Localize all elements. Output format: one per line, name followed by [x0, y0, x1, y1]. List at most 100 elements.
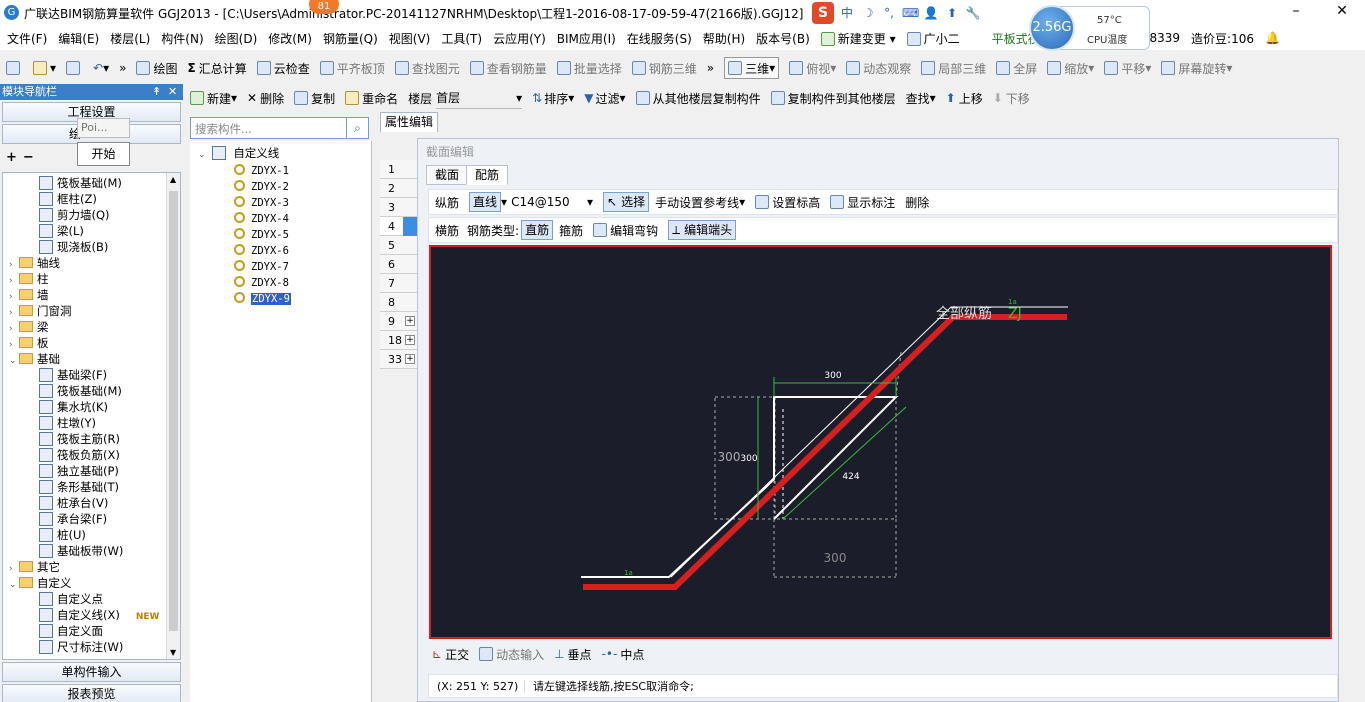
expand-row-icon[interactable]: + — [405, 354, 415, 364]
component-search-input[interactable]: 搜索构件... — [190, 117, 347, 139]
tree-item[interactable]: 独立基础(P) — [39, 463, 119, 479]
tree-item[interactable]: › 门窗洞 — [9, 303, 72, 319]
tree-item[interactable]: 基础板带(W) — [39, 543, 123, 559]
property-row[interactable]: 7 — [380, 274, 417, 293]
pan-button[interactable]: 平移 ▾ — [1104, 57, 1151, 79]
stirrup-button[interactable]: 箍筋 — [559, 219, 583, 241]
property-row[interactable]: 2 — [380, 179, 417, 198]
dynamic-input-toggle[interactable]: 动态输入 — [479, 643, 544, 665]
tree-item[interactable]: 承台梁(F) — [39, 511, 107, 527]
property-row[interactable]: 4 — [380, 217, 417, 236]
tree-item[interactable]: 筏板基础(M) — [39, 383, 122, 399]
menu-assistant[interactable]: 广小二 — [906, 30, 960, 47]
rebar-spec-select[interactable]: C14@150 ▾ — [511, 191, 593, 213]
tree-item[interactable]: 自定义点 — [39, 591, 103, 607]
ortho-toggle[interactable]: ⊾ 正交 — [432, 643, 469, 665]
copy-component-button[interactable]: 复制 — [294, 87, 335, 109]
delete-rebar-button[interactable]: 删除 — [905, 191, 929, 213]
screen-rotate-button[interactable]: 屏幕旋转 ▾ — [1161, 57, 1232, 79]
batch-select-button[interactable]: 批量选择 — [556, 57, 622, 79]
sum-calc-button[interactable]: Σ 汇总计算 — [187, 57, 246, 79]
property-row[interactable]: 8 — [380, 293, 417, 312]
fullscreen-button[interactable]: 全屏 — [996, 57, 1037, 79]
property-row[interactable]: 33 + — [380, 350, 417, 369]
expand-collapse-tools[interactable]: + − — [6, 150, 34, 165]
tree-item[interactable]: 桩(U) — [39, 527, 86, 543]
expand-row-icon[interactable]: + — [405, 335, 415, 345]
search-icon[interactable]: ⌕ — [347, 117, 369, 139]
move-down-button[interactable]: ⬇ 下移 — [993, 87, 1030, 109]
component-item[interactable]: ZDYX-9 — [234, 291, 291, 307]
manual-ref-line-button[interactable]: 手动设置参考线 ▾ — [655, 191, 745, 213]
component-tree-root[interactable]: ⌄ 自定义线 — [198, 145, 279, 161]
pin-icon[interactable]: ↟ — [152, 84, 161, 100]
menu-help[interactable]: 帮助(H) — [703, 30, 745, 47]
tab-section[interactable]: 截面 — [426, 165, 469, 185]
right-scrollbar[interactable] — [1357, 112, 1365, 702]
open-file-button[interactable]: ▾ — [33, 57, 56, 79]
component-item[interactable]: ZDYX-1 — [234, 163, 289, 179]
toolbar-overflow-icon[interactable]: » — [119, 57, 126, 79]
ime-skin-icon[interactable]: ⬆ — [944, 6, 960, 20]
tree-item[interactable]: › 墙 — [9, 287, 49, 303]
undo-button[interactable]: ↶ ▾ — [93, 57, 109, 79]
local-3d-button[interactable]: 局部三维 — [921, 57, 986, 79]
move-up-button[interactable]: ⬆ 上移 — [946, 87, 983, 109]
component-item[interactable]: ZDYX-3 — [234, 195, 289, 211]
straight-bar-button[interactable]: 直筋 — [521, 220, 554, 240]
tree-item[interactable]: 梁(L) — [39, 223, 84, 239]
toolbar-overflow-icon-2[interactable]: » — [707, 57, 714, 79]
drawing-canvas[interactable]: 300 300 300 424 300 1a 1a 全部纵筋 ZJ — [429, 245, 1332, 639]
tree-item[interactable]: › 轴线 — [9, 255, 60, 271]
scroll-up-icon[interactable]: ▲ — [170, 175, 176, 184]
menu-cloud[interactable]: 云应用(Y) — [493, 30, 546, 47]
cloud-check-button[interactable]: 云检查 — [256, 57, 310, 79]
tree-item[interactable]: 自定义线(X) NEW — [39, 607, 159, 623]
new-file-button[interactable] — [6, 57, 23, 79]
set-elevation-button[interactable]: 设置标高 — [755, 191, 820, 213]
save-button[interactable] — [66, 57, 83, 79]
property-row[interactable]: 3 — [380, 198, 417, 217]
tree-item[interactable]: 框柱(Z) — [39, 191, 97, 207]
property-editor-tab[interactable]: 属性编辑 — [380, 112, 438, 132]
show-dimension-button[interactable]: 显示标注 — [830, 191, 895, 213]
tree-item[interactable]: ⌄ 自定义 — [9, 575, 72, 591]
single-component-input-button[interactable]: 单构件输入 — [2, 662, 181, 682]
menu-floor[interactable]: 楼层(L) — [110, 30, 150, 47]
property-row[interactable]: 9 + — [380, 312, 417, 331]
cpu-monitor-widget[interactable]: 2.56G 57°C CPU温度 — [1029, 5, 1150, 51]
ime-halfwidth-icon[interactable]: ☽ — [860, 6, 876, 20]
tree-item[interactable]: 基础梁(F) — [39, 367, 107, 383]
dynamic-view-button[interactable]: 动态观察 — [846, 57, 911, 79]
tree-item[interactable]: › 其它 — [9, 559, 60, 575]
menu-online-service[interactable]: 在线服务(S) — [627, 30, 692, 47]
tree-item[interactable]: 柱墩(Y) — [39, 415, 96, 431]
menu-component[interactable]: 构件(N) — [161, 30, 203, 47]
filter-button[interactable]: ▼ 过滤 ▾ — [584, 87, 625, 109]
property-row[interactable]: 18 + — [380, 331, 417, 350]
property-row[interactable]: 5 — [380, 236, 417, 255]
notification-badge[interactable]: 81 — [309, 0, 339, 14]
sort-button[interactable]: ⇅ 排序 ▾ — [532, 87, 574, 109]
property-row[interactable]: 1 — [380, 160, 417, 179]
menu-rebar-qty[interactable]: 钢筋量(Q) — [323, 30, 378, 47]
tree-item[interactable]: › 梁 — [9, 319, 49, 335]
collapse-icon[interactable]: ⌄ — [9, 577, 19, 593]
top-view-button[interactable]: 俯视 ▾ — [789, 57, 836, 79]
view-mode-dropdown[interactable]: 三维 ▾ — [724, 57, 780, 79]
draw-button[interactable]: 绘图 — [136, 57, 177, 79]
close-button[interactable]: ✕ — [1319, 0, 1365, 24]
tab-rebar[interactable]: 配筋 — [466, 165, 509, 185]
ime-toolbar[interactable]: S 中 ☽ °, ⌨ 👤 ⬆ 🔧 — [812, 2, 981, 24]
tree-scroll-thumb[interactable] — [169, 191, 178, 631]
tree-item[interactable]: 现浇板(B) — [39, 239, 108, 255]
rebar-section-drawing[interactable]: 300 300 300 424 300 1a 1a 全部纵筋 ZJ — [431, 247, 1330, 637]
collapse-all-icon[interactable]: − — [23, 150, 34, 165]
menu-bim[interactable]: BIM应用(I) — [557, 30, 616, 47]
menu-new-change[interactable]: 新建变更 ▾ — [820, 30, 896, 47]
expand-row-icon[interactable]: + — [405, 316, 415, 326]
copy-from-floor-button[interactable]: 从其他楼层复制构件 — [635, 87, 761, 109]
menu-edit[interactable]: 编辑(E) — [58, 30, 99, 47]
tree-item[interactable]: 尺寸标注(W) — [39, 639, 123, 655]
find-element-button[interactable]: 查找图元 — [394, 57, 460, 79]
